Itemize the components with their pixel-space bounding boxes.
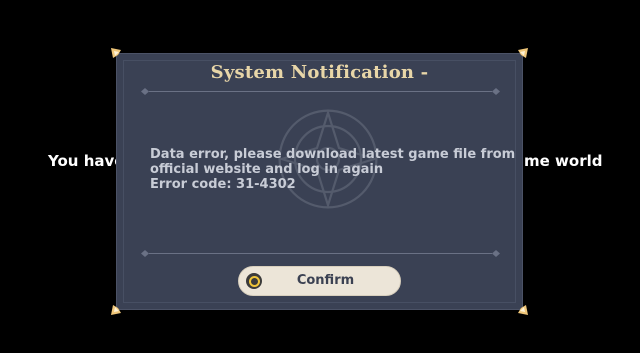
background-text-right: me world (524, 152, 603, 170)
corner-ornament-icon (518, 305, 528, 315)
message-line: official website and log in again (150, 162, 384, 177)
background-text-left: You have (48, 152, 125, 170)
corner-ornament-icon (111, 305, 121, 315)
dialog-title: System Notification - (210, 62, 429, 83)
confirm-button-label: Confirm (296, 273, 355, 288)
system-notification-dialog: System Notification - Data error, please… (116, 53, 523, 310)
divider-bottom (141, 250, 500, 257)
dialog-message: Data error, please download latest game … (150, 147, 516, 192)
corner-ornament-icon (518, 48, 528, 58)
game-screen: You have me world System Notification - … (0, 0, 640, 353)
message-line: Data error, please download latest game … (150, 147, 516, 162)
error-code-line: Error code: 31-4302 (150, 177, 296, 192)
divider-top (141, 88, 500, 95)
corner-ornament-icon (111, 48, 121, 58)
confirm-button[interactable]: Confirm (238, 266, 401, 296)
